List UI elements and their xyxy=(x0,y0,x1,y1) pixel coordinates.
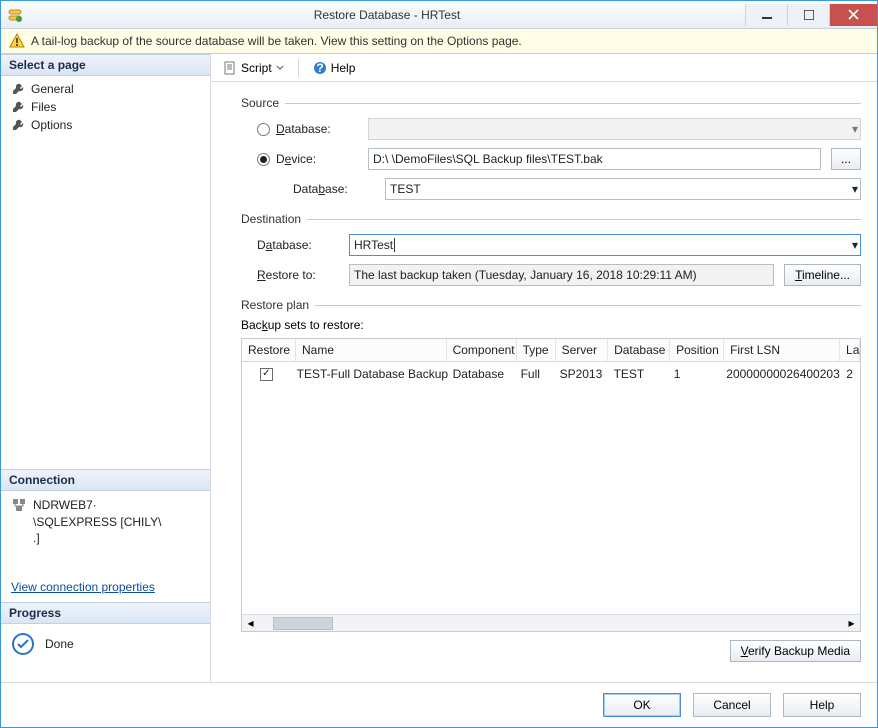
col-first-lsn[interactable]: First LSN xyxy=(724,339,840,361)
check-circle-icon xyxy=(11,632,35,656)
server-icon xyxy=(11,497,27,513)
table-row[interactable]: ✓ TEST-Full Database Backup Database Ful… xyxy=(242,362,860,386)
info-bar: A tail-log backup of the source database… xyxy=(1,29,877,54)
app-icon xyxy=(7,7,23,23)
source-header: Source xyxy=(241,96,285,110)
toolbar-separator xyxy=(298,59,299,77)
backup-sets-table: Restore Name Component Type Server Datab… xyxy=(241,338,861,632)
dialog-buttons: OK Cancel Help xyxy=(1,682,877,727)
restore-to-label: Restore to: xyxy=(257,268,349,282)
verify-backup-button[interactable]: Verify Backup Media xyxy=(730,640,861,662)
toolbar: Script ? Help xyxy=(211,54,877,82)
col-restore[interactable]: Restore xyxy=(242,339,296,361)
info-text: A tail-log backup of the source database… xyxy=(31,34,522,48)
h-scrollbar[interactable]: ◂ ▸ xyxy=(242,614,860,631)
source-db-label: Database: xyxy=(293,182,385,196)
col-database[interactable]: Database xyxy=(608,339,670,361)
warning-icon xyxy=(9,33,25,49)
script-icon xyxy=(223,61,237,75)
col-name[interactable]: Name xyxy=(296,339,447,361)
browse-device-button[interactable]: ... xyxy=(831,148,861,170)
dest-db-label: Database: xyxy=(257,238,349,252)
restore-checkbox[interactable]: ✓ xyxy=(260,368,273,381)
close-button[interactable] xyxy=(829,4,877,26)
chevron-down-icon: ▾ xyxy=(852,238,858,252)
minimize-button[interactable] xyxy=(745,4,787,26)
col-position[interactable]: Position xyxy=(670,339,724,361)
scroll-right-icon[interactable]: ▸ xyxy=(843,615,860,632)
help-button[interactable]: ? Help xyxy=(307,59,362,77)
help-dialog-button[interactable]: Help xyxy=(783,693,861,717)
col-type[interactable]: Type xyxy=(517,339,556,361)
page-general[interactable]: General xyxy=(1,80,210,98)
chevron-down-icon: ▾ xyxy=(852,182,858,196)
scroll-left-icon[interactable]: ◂ xyxy=(242,615,259,632)
svg-text:?: ? xyxy=(316,61,323,75)
ok-button[interactable]: OK xyxy=(603,693,681,717)
progress-status: Done xyxy=(1,624,210,664)
connection-info: NDRWEB7· \SQLEXPRESS [CHILY\ .] xyxy=(1,491,210,550)
source-db-combo[interactable]: TEST▾ xyxy=(385,178,861,200)
chevron-down-icon xyxy=(276,64,284,72)
timeline-button[interactable]: Timeline... xyxy=(784,264,861,286)
device-path-field: D:\ \DemoFiles\SQL Backup files\TEST.bak xyxy=(368,148,821,170)
page-options[interactable]: Options xyxy=(1,116,210,134)
wrench-icon xyxy=(11,82,25,96)
col-last[interactable]: La xyxy=(840,339,860,361)
progress-header: Progress xyxy=(1,602,210,624)
wrench-icon xyxy=(11,100,25,114)
script-button[interactable]: Script xyxy=(217,59,290,77)
scroll-thumb[interactable] xyxy=(273,617,333,630)
col-server[interactable]: Server xyxy=(556,339,608,361)
help-icon: ? xyxy=(313,61,327,75)
backup-sets-label: Backup sets to restore: xyxy=(241,318,861,332)
source-database-combo: ▾ xyxy=(368,118,861,140)
maximize-button[interactable] xyxy=(787,4,829,26)
title-bar: Restore Database - HRTest xyxy=(1,1,877,29)
restore-plan-header: Restore plan xyxy=(241,298,315,312)
page-files[interactable]: Files xyxy=(1,98,210,116)
cancel-button[interactable]: Cancel xyxy=(693,693,771,717)
col-component[interactable]: Component xyxy=(447,339,517,361)
destination-header: Destination xyxy=(241,212,307,226)
chevron-down-icon: ▾ xyxy=(852,122,858,136)
select-page-header: Select a page xyxy=(1,54,210,76)
connection-header: Connection xyxy=(1,469,210,491)
restore-to-field: The last backup taken (Tuesday, January … xyxy=(349,264,774,286)
source-database-radio[interactable]: Database: xyxy=(257,122,368,136)
source-device-radio[interactable]: Device: xyxy=(257,152,368,166)
dest-db-combo[interactable]: HRTest▾ xyxy=(349,234,861,256)
sidebar: Select a page General Files Options Conn… xyxy=(1,54,211,682)
window-title: Restore Database - HRTest xyxy=(29,8,745,22)
wrench-icon xyxy=(11,118,25,132)
view-connection-link[interactable]: View connection properties xyxy=(1,580,210,602)
